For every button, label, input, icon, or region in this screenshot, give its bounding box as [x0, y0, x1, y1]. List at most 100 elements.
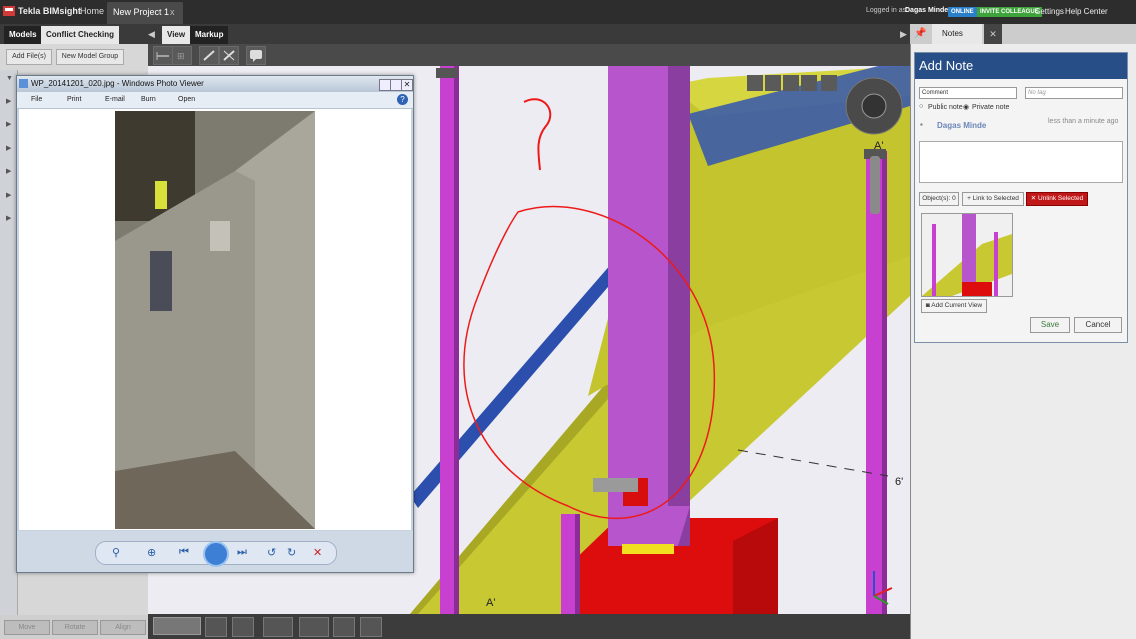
rotate-view-icon[interactable] [747, 75, 763, 91]
help-icon[interactable]: ? [397, 94, 408, 105]
user-name[interactable]: Dagas Minde [905, 7, 948, 14]
menu-open[interactable]: Open [178, 96, 195, 103]
public-note-label: Public note [928, 104, 963, 111]
pan-icon[interactable] [765, 75, 781, 91]
private-note-label: Private note [972, 104, 1010, 111]
menu-email[interactable]: E-mail [105, 96, 125, 103]
delete-icon[interactable]: ✕ [313, 546, 322, 559]
comment-icon: ▪ [920, 120, 923, 129]
logged-in-label: Logged in as: [866, 7, 909, 14]
measure-icon[interactable] [153, 46, 173, 65]
note-type-select[interactable]: Comment [919, 87, 1017, 99]
add-files-button[interactable]: Add File(s) [6, 49, 52, 65]
move-button[interactable]: Move [4, 620, 50, 635]
menu-file[interactable]: File [31, 96, 42, 103]
menu-burn[interactable]: Burn [141, 96, 156, 103]
private-note-radio[interactable]: ◉ [963, 103, 969, 111]
collapse-right-icon[interactable]: ▶ [900, 29, 907, 40]
zoom-icon[interactable] [801, 75, 817, 91]
pin-icon[interactable]: 📌 [914, 28, 926, 39]
actual-size-icon[interactable]: ⊕ [147, 546, 156, 559]
construction-photo [115, 111, 315, 529]
comment-icon[interactable] [333, 617, 355, 637]
help-center-link[interactable]: Help Center [1065, 7, 1108, 16]
invite-colleague-button[interactable]: INVITE COLLEAGUE [977, 7, 1042, 17]
camera-icon: ◙ [925, 302, 930, 309]
thumbnail-scene [922, 214, 1012, 296]
tab-view[interactable]: View [162, 26, 191, 44]
previous-icon[interactable]: ⏮ [179, 546, 189, 559]
expand-icon[interactable]: ▶ [6, 144, 11, 152]
photo-canvas [19, 109, 411, 530]
x-icon: ✕ [1030, 195, 1037, 202]
opacity-slider[interactable] [153, 617, 201, 635]
selection-mode-icon[interactable] [299, 617, 329, 637]
rotate-left-icon[interactable]: ↺ [267, 546, 276, 559]
grid-label: A' [874, 140, 884, 152]
collapse-left-icon[interactable]: ◀ [148, 29, 155, 40]
add-note-form: Add Note Comment No tag ○ Public note ◉ … [914, 52, 1128, 343]
online-badge: ONLINE [948, 7, 977, 17]
visibility-icon[interactable] [232, 617, 254, 637]
eye-icon[interactable] [205, 617, 227, 637]
add-current-view-button[interactable]: ◙ Add Current View [921, 299, 987, 313]
link-to-selected-button[interactable]: + Link to Selected [962, 192, 1024, 206]
expand-icon[interactable]: ▶ [6, 214, 11, 222]
unlink-selected-button[interactable]: ✕ Unlink Selected [1026, 192, 1088, 206]
project-tab-label: New Project 1 [113, 7, 170, 17]
tab-models[interactable]: Models [4, 26, 42, 44]
add-note-header: Add Note [915, 53, 1127, 79]
home-tab[interactable]: Home [80, 6, 104, 16]
settings-link[interactable]: Settings [1035, 7, 1064, 16]
note-author[interactable]: Dagas Minde [937, 121, 986, 130]
note-text-input[interactable] [919, 141, 1123, 183]
expand-icon[interactable]: ▶ [6, 191, 11, 199]
plus-icon: + [967, 195, 971, 202]
tag-select[interactable]: No tag [1025, 87, 1123, 99]
notes-tab-row: 📌 Notes ✕ [910, 24, 1136, 44]
rotate-right-icon[interactable]: ↻ [287, 546, 296, 559]
expand-icon[interactable]: ▶ [6, 167, 11, 175]
close-notes-icon[interactable]: ✕ [984, 24, 1002, 44]
close-project-icon[interactable]: x [170, 7, 175, 17]
pen-icon[interactable] [199, 46, 219, 65]
tab-notes[interactable]: Notes [932, 24, 982, 44]
app-titlebar: Tekla BIMsight Home New Project 1 x Logg… [0, 0, 1136, 24]
zoom-icon[interactable]: ⚲ [112, 546, 120, 559]
slideshow-button[interactable] [203, 541, 229, 567]
cancel-button[interactable]: Cancel [1074, 317, 1122, 333]
add-note-icon[interactable] [246, 46, 266, 65]
project-tab[interactable]: New Project 1 x [107, 2, 183, 24]
grid-label: 6' [895, 476, 904, 488]
rotate-button[interactable]: Rotate [52, 620, 98, 635]
grid-label: A' [486, 597, 496, 609]
document-icon[interactable] [360, 617, 382, 637]
fullscreen-icon[interactable] [821, 75, 837, 91]
app-title: Tekla BIMsight [18, 6, 81, 16]
align-button[interactable]: Align [100, 620, 146, 635]
view-thumbnail[interactable] [921, 213, 1013, 297]
measure-point-icon[interactable]: ⊞ [172, 46, 192, 65]
objects-label: Object(s): 0 [919, 192, 959, 206]
expand-icon[interactable]: ▶ [6, 97, 11, 105]
lightning-icon[interactable] [263, 617, 293, 637]
menu-print[interactable]: Print [67, 96, 81, 103]
next-icon[interactable]: ⏭ [237, 546, 247, 559]
close-icon[interactable]: ✕ [401, 79, 413, 91]
save-button[interactable]: Save [1030, 317, 1070, 333]
tab-conflict-checking[interactable]: Conflict Checking [41, 26, 120, 44]
photo-viewer-window: WP_20141201_020.jpg - Windows Photo View… [16, 75, 414, 573]
svg-text:⊞: ⊞ [177, 52, 185, 62]
tab-markup[interactable]: Markup [190, 26, 229, 44]
move-view-icon[interactable] [783, 75, 799, 91]
expand-icon[interactable]: ▼ [6, 75, 13, 82]
note-time: less than a minute ago [1048, 118, 1119, 125]
eraser-icon[interactable] [219, 46, 239, 65]
public-note-radio[interactable]: ○ [919, 103, 923, 110]
photo-app-icon [19, 79, 28, 88]
new-model-group-button[interactable]: New Model Group [56, 49, 124, 65]
photo-viewer-title: WP_20141201_020.jpg - Windows Photo View… [31, 79, 204, 88]
expand-icon[interactable]: ▶ [6, 120, 11, 128]
tekla-logo-icon [3, 6, 15, 16]
photo-viewer-titlebar[interactable]: WP_20141201_020.jpg - Windows Photo View… [17, 76, 413, 92]
